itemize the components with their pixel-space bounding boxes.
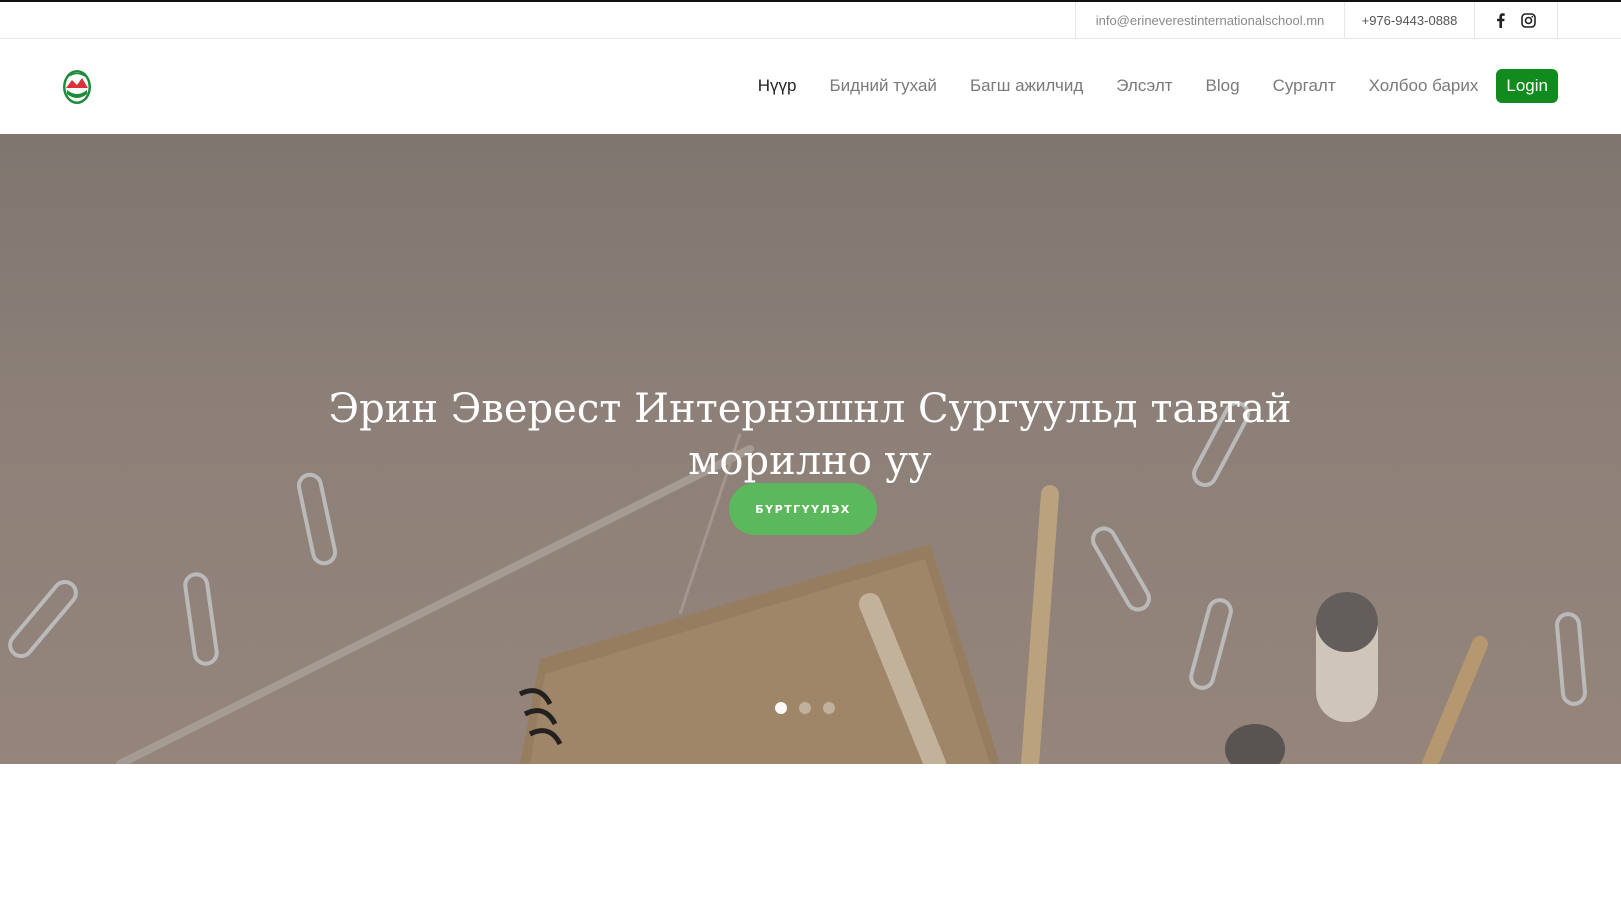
slider-dots	[775, 702, 835, 714]
slider-dot-3[interactable]	[823, 702, 835, 714]
site-header: Нүүр Бидний тухай Багш ажилчид Элсэлт Bl…	[0, 39, 1621, 134]
register-button[interactable]: БҮРТГҮҮЛЭХ	[729, 483, 877, 535]
contact-phone[interactable]: +976-9443-0888	[1344, 2, 1474, 38]
school-logo[interactable]	[62, 68, 92, 106]
nav-item-admission[interactable]: Элсэлт	[1116, 76, 1172, 96]
social-links	[1474, 2, 1558, 38]
hero-slider: Эрин Эверест Интернэшнл Сургуульд тавтай…	[0, 134, 1621, 764]
facebook-icon[interactable]	[1496, 12, 1505, 28]
nav-item-blog[interactable]: Blog	[1206, 76, 1240, 96]
login-button[interactable]: Login	[1496, 69, 1558, 103]
contact-email[interactable]: info@erineverestinternationalschool.mn	[1075, 2, 1344, 38]
nav-item-contact[interactable]: Холбоо барих	[1369, 76, 1479, 96]
hero-title: Эрин Эверест Интернэшнл Сургуульд тавтай…	[328, 385, 1292, 484]
nav-item-about[interactable]: Бидний тухай	[830, 76, 937, 96]
nav-item-staff[interactable]: Багш ажилчид	[970, 76, 1083, 96]
main-nav: Нүүр Бидний тухай Багш ажилчид Элсэлт Bl…	[725, 68, 1558, 104]
contact-bar: info@erineverestinternationalschool.mn +…	[0, 2, 1621, 39]
slider-dot-1[interactable]	[775, 702, 787, 714]
nav-item-courses[interactable]: Сургалт	[1273, 76, 1336, 96]
slider-dot-2[interactable]	[799, 702, 811, 714]
instagram-icon[interactable]	[1521, 12, 1536, 28]
nav-item-home[interactable]: Нүүр	[758, 76, 797, 96]
